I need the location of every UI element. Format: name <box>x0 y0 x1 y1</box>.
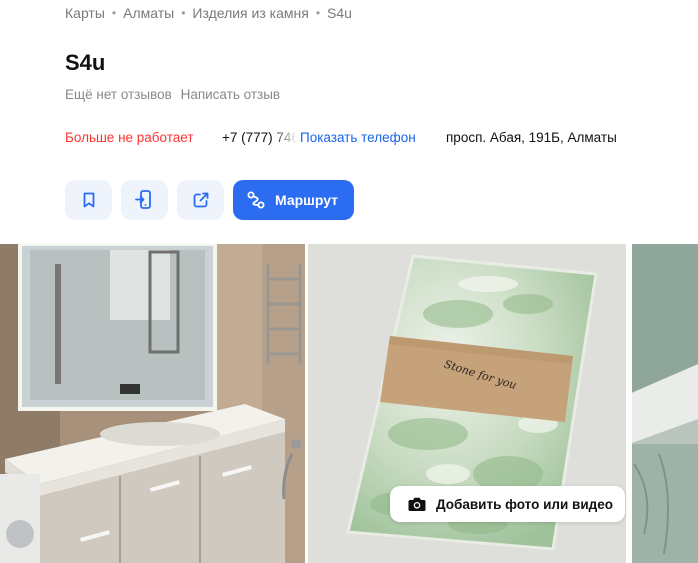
breadcrumb-separator: • <box>111 6 117 20</box>
breadcrumb-separator: • <box>181 6 186 20</box>
info-row: Больше не работает +7 (777) 746 Показать… <box>65 130 698 148</box>
bookmark-icon <box>83 192 94 208</box>
bathroom-photo-image <box>0 244 305 563</box>
breadcrumb-category[interactable]: Изделия из камня <box>192 5 308 21</box>
action-bar: Маршрут <box>65 180 355 220</box>
route-icon <box>247 191 265 209</box>
reviews-row: Ещё нет отзывов Написать отзыв <box>65 87 280 102</box>
status-badge: Больше не работает <box>65 130 194 145</box>
breadcrumb-current[interactable]: S4u <box>327 5 352 21</box>
write-review-link[interactable]: Написать отзыв <box>181 87 281 102</box>
camera-icon <box>408 497 426 511</box>
add-photo-label: Добавить фото или видео <box>436 496 613 512</box>
gallery-photo-bathroom[interactable] <box>0 244 305 563</box>
add-photo-button[interactable]: Добавить фото или видео <box>390 486 625 522</box>
phone-fade <box>272 130 302 145</box>
bookmark-button[interactable] <box>65 180 112 220</box>
breadcrumb-maps[interactable]: Карты <box>65 5 105 21</box>
marble-photo-image <box>629 244 698 563</box>
breadcrumb-city[interactable]: Алматы <box>123 5 174 21</box>
route-button[interactable]: Маршрут <box>233 180 355 220</box>
show-phone-link[interactable]: Показать телефон <box>300 130 416 145</box>
no-reviews-text: Ещё нет отзывов <box>65 87 172 102</box>
phone-block: +7 (777) 746 Показать телефон <box>222 130 419 145</box>
share-button[interactable] <box>177 180 224 220</box>
breadcrumb: Карты • Алматы • Изделия из камня • S4u <box>65 5 352 21</box>
gallery-photo-marble[interactable] <box>629 244 698 563</box>
address[interactable]: просп. Абая, 191Б, Алматы <box>446 130 617 145</box>
page-title: S4u <box>65 50 106 75</box>
phone-send-icon <box>134 190 151 209</box>
send-to-phone-button[interactable] <box>121 180 168 220</box>
route-button-label: Маршрут <box>275 192 339 208</box>
breadcrumb-separator: • <box>315 6 321 20</box>
share-icon <box>193 192 208 208</box>
